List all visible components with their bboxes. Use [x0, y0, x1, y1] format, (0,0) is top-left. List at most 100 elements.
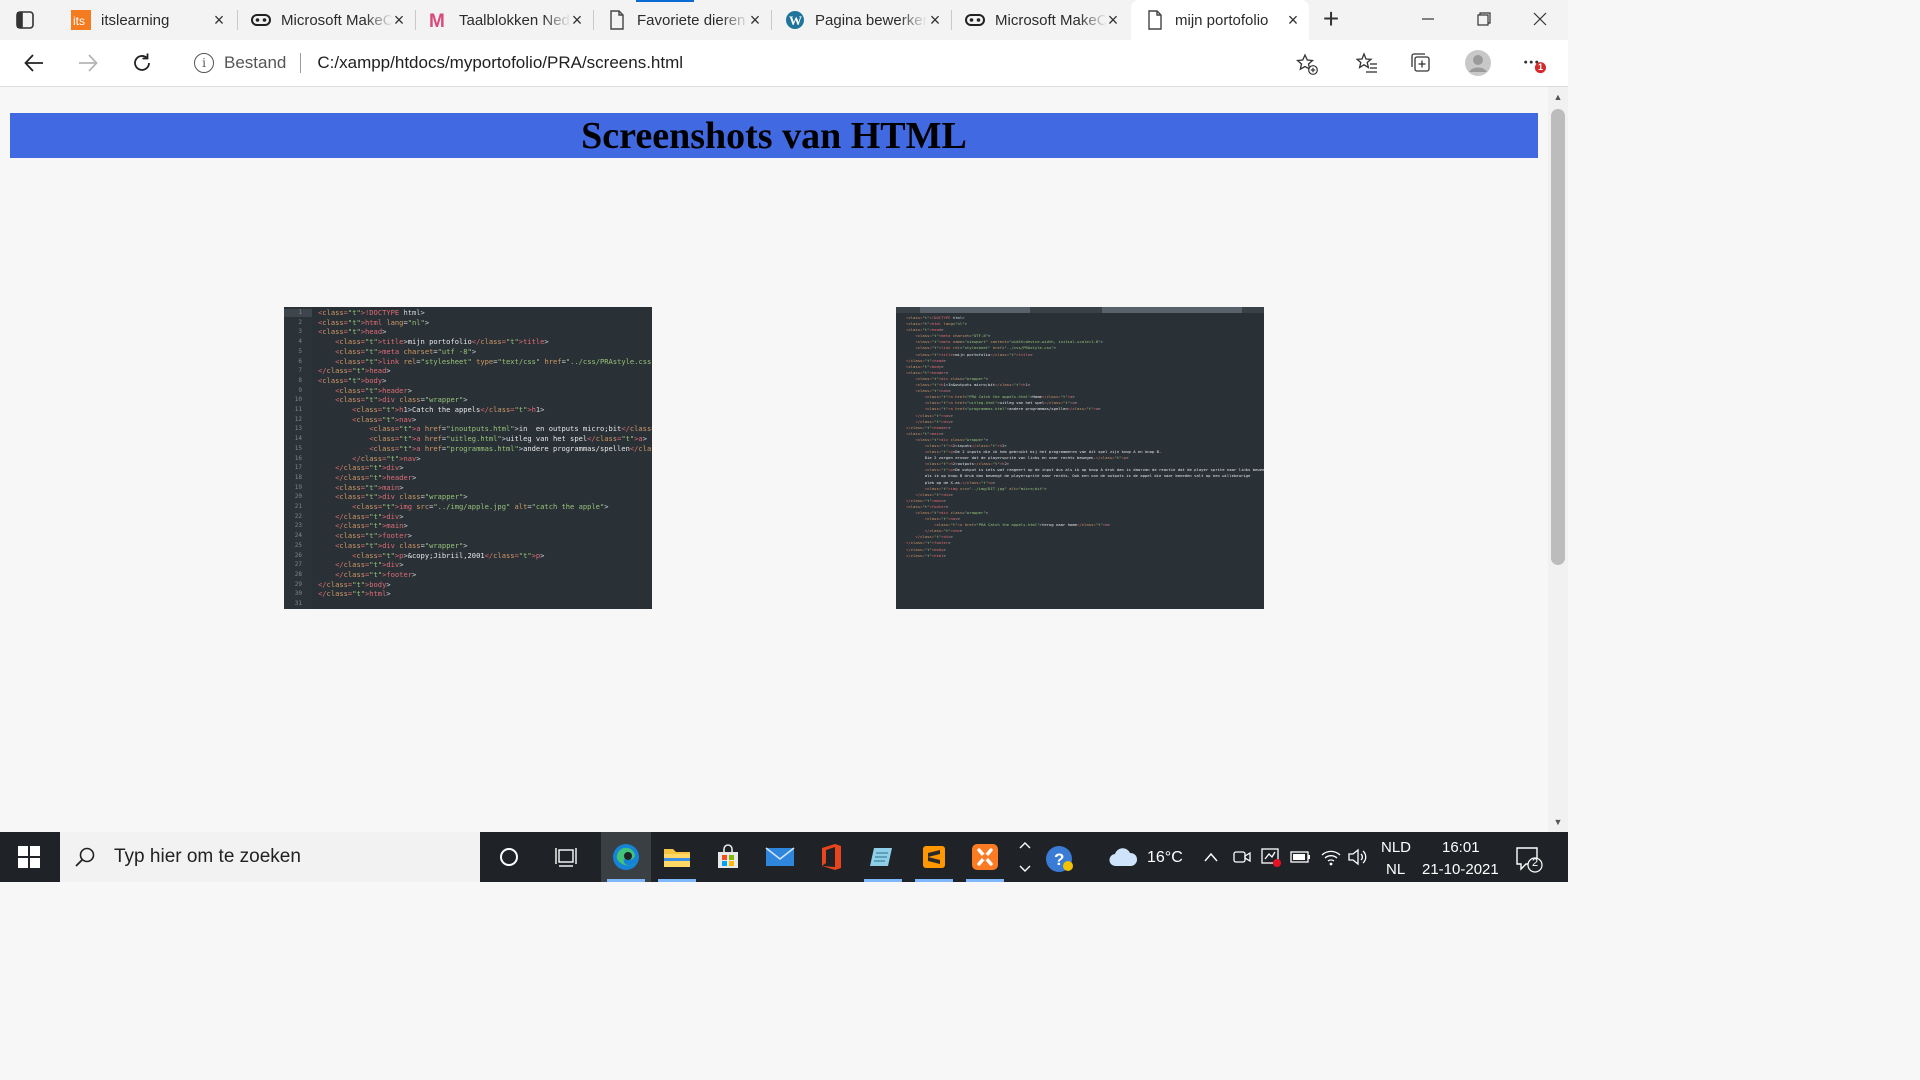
weather-temperature[interactable]: 16°C [1147, 849, 1183, 867]
sublime-text-icon[interactable] [909, 832, 959, 882]
code-line: <class="t">div class="wrapper"> [335, 395, 468, 405]
tab-title: Microsoft MakeCode [281, 11, 393, 29]
tab-makecode-1[interactable]: Microsoft MakeCode × [237, 4, 415, 36]
minimize-button[interactable] [1400, 0, 1456, 38]
tab-pagina-bewerken[interactable]: W Pagina bewerken × [771, 4, 951, 36]
tab-itslearning[interactable]: its itslearning × [57, 4, 235, 36]
editor-tab-strip [896, 307, 1264, 313]
edge-app-icon[interactable] [601, 832, 651, 882]
line-numbers: 1 2 3 4 5 6 7 8 9 10 11 12 13 14 15 16 1… [294, 309, 302, 608]
refresh-icon [134, 53, 150, 71]
code-line: <class="t">!DOCTYPE html> [318, 308, 425, 317]
new-tab-button[interactable]: + [1318, 5, 1344, 33]
arrow-left-icon [24, 54, 43, 72]
taskbar-search[interactable]: Typ hier om te zoeken [60, 832, 480, 882]
url-text[interactable]: C:/xampp/htdocs/myportofolio/PRA/screens… [317, 53, 683, 73]
close-icon[interactable]: × [1285, 11, 1301, 29]
language-primary: NLD [1381, 839, 1412, 856]
close-icon[interactable]: × [1105, 11, 1121, 29]
code-line: <class="t">title>mijn portofolio</class=… [335, 337, 549, 347]
office-icon[interactable] [806, 832, 856, 882]
code-block: <class="t">!DOCTYPE html> <class="t">html… [318, 308, 652, 599]
notification-count: 2 [1532, 857, 1539, 869]
close-icon[interactable]: × [747, 11, 763, 29]
code-line: <class="t">head> [318, 327, 387, 337]
code-line: <class="t">html lang="nl"> [318, 317, 430, 327]
vertical-scrollbar[interactable]: ▲ ▼ [1548, 87, 1568, 832]
back-button[interactable] [18, 48, 50, 78]
info-icon[interactable]: i [194, 53, 214, 73]
scroll-up-icon[interactable]: ▲ [1552, 91, 1564, 103]
svg-text:M: M [429, 11, 445, 30]
windows-logo-icon [18, 846, 40, 868]
notepad-icon[interactable] [858, 832, 908, 882]
tab-actions-icon[interactable] [14, 9, 36, 31]
code-line: <class="t">meta charset="utf -8"> [335, 346, 477, 356]
page-viewport: Screenshots van HTML 1 2 3 4 5 6 7 8 9 1… [0, 87, 1548, 832]
code-line: </class="t">body> [318, 579, 391, 589]
close-icon[interactable]: × [569, 11, 585, 29]
search-icon [75, 847, 95, 867]
avatar[interactable] [1464, 49, 1492, 77]
cortana-icon[interactable] [484, 832, 534, 882]
close-window-button[interactable] [1512, 0, 1568, 38]
clock-time: 16:01 [1442, 839, 1480, 856]
tab-strip: its itslearning × Microsoft MakeCode × M… [0, 0, 1568, 41]
close-icon[interactable]: × [927, 11, 943, 29]
tab-makecode-2[interactable]: Microsoft MakeCode × [951, 4, 1129, 36]
volume-icon[interactable] [1347, 847, 1369, 867]
tab-mijn-portofolio[interactable]: mijn portofolio × [1131, 0, 1309, 40]
chevron-up-icon[interactable] [1202, 849, 1220, 865]
code-line: <class="t">footer> [335, 531, 413, 541]
page-header: Screenshots van HTML [10, 113, 1538, 158]
divider [300, 53, 302, 73]
code-line: <class="t">h1>Catch the appels</class="t… [352, 405, 545, 415]
file-explorer-icon[interactable] [652, 832, 702, 882]
weather-cloud-icon[interactable] [1108, 846, 1138, 868]
code-line: </class="t">html> [318, 589, 391, 599]
close-icon[interactable]: × [211, 11, 227, 29]
makecode-icon [965, 10, 985, 30]
xampp-icon[interactable] [960, 832, 1010, 882]
add-favorite-icon[interactable] [1295, 53, 1318, 75]
code-line: <class="t">nav> [352, 414, 417, 424]
task-view-icon[interactable] [542, 832, 592, 882]
close-icon[interactable]: × [391, 11, 407, 29]
m-logo-icon: M [429, 10, 449, 30]
more-menu-button[interactable]: 1 [1522, 51, 1546, 75]
tab-taalblokken[interactable]: M Taalblokken Nederlands × [415, 4, 593, 36]
favorites-icon[interactable] [1355, 51, 1379, 75]
language-indicator[interactable]: NLD NL [1378, 837, 1416, 879]
screenshot-image-1: 1 2 3 4 5 6 7 8 9 10 11 12 13 14 15 16 1… [284, 307, 652, 609]
language-secondary: NL [1386, 861, 1406, 878]
code-line: </class="t">div> [335, 463, 404, 473]
wifi-icon[interactable] [1320, 847, 1342, 867]
restore-button[interactable] [1456, 0, 1512, 38]
forward-button[interactable] [72, 48, 104, 78]
start-button[interactable] [0, 832, 58, 882]
scroll-down-icon[interactable]: ▼ [1552, 816, 1564, 828]
defender-icon[interactable] [1260, 846, 1282, 868]
notification-center-icon[interactable]: 2 [1514, 845, 1544, 873]
page-icon [607, 10, 627, 30]
battery-icon[interactable] [1290, 849, 1312, 865]
svg-text:its: its [73, 14, 85, 28]
page-title: Screenshots van HTML [581, 114, 967, 157]
meet-now-icon[interactable] [1232, 847, 1252, 867]
scheme-label: Bestand [224, 53, 287, 72]
show-hidden-icons[interactable] [1016, 838, 1034, 876]
help-icon[interactable]: ? [1044, 844, 1074, 874]
clock[interactable]: 16:01 21-10-2021 [1420, 837, 1510, 879]
mail-icon[interactable] [755, 832, 805, 882]
code-line: <class="t">div class="wrapper"> [335, 492, 468, 502]
tab-favoriete-dieren[interactable]: Favoriete dieren × [593, 4, 771, 36]
address-bar[interactable]: i Bestand C:/xampp/htdocs/myportofolio/P… [178, 45, 1332, 81]
collections-icon[interactable] [1409, 51, 1433, 75]
store-icon[interactable] [703, 832, 753, 882]
refresh-button[interactable] [126, 48, 158, 78]
tab-title: Favoriete dieren [637, 11, 746, 29]
code-line: </class="t">head> [318, 366, 391, 376]
scroll-thumb[interactable] [1551, 109, 1565, 565]
tab-title: Microsoft MakeCode [995, 11, 1107, 29]
svg-text:?: ? [1054, 850, 1064, 869]
